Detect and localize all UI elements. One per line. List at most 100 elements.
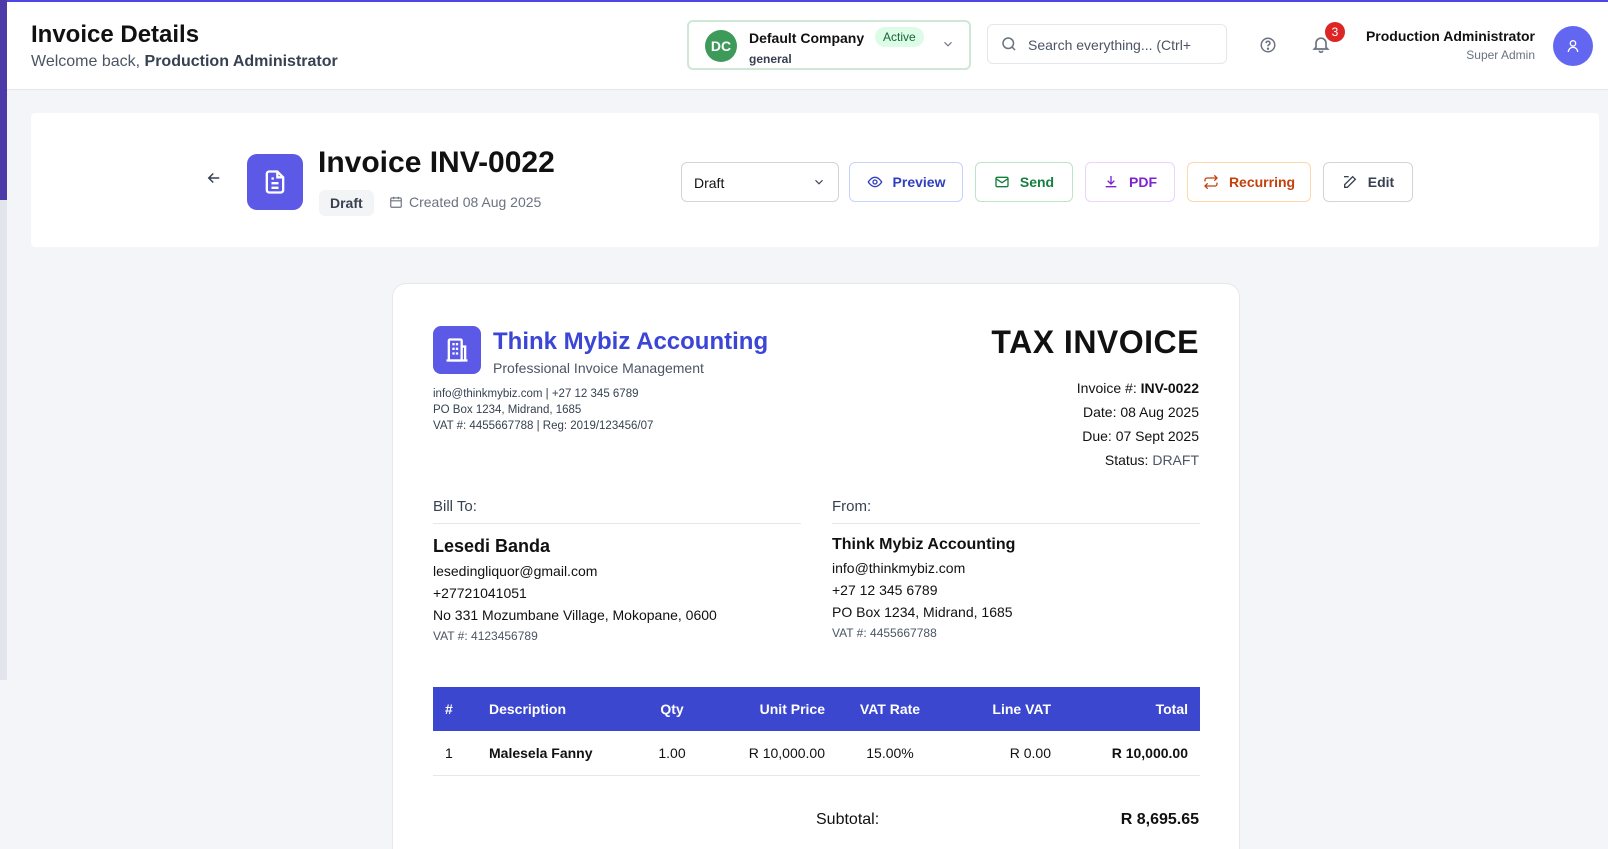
chevron-down-icon — [815, 179, 823, 185]
search-icon — [1002, 37, 1016, 51]
column-header: Unit Price — [759, 701, 825, 717]
business-registration-line: VAT #: 4455667788 | Reg: 2019/123456/07 — [433, 420, 654, 432]
avatar[interactable] — [1553, 26, 1593, 66]
from-email: info@thinkmybiz.com — [832, 560, 966, 576]
back-arrow-icon[interactable] — [205, 169, 223, 187]
column-header: Line VAT — [992, 701, 1051, 717]
business-address-line: PO Box 1234, Midrand, 1685 — [433, 404, 582, 416]
repeat-icon — [1203, 174, 1218, 190]
sidebar-scroll-edge — [0, 200, 7, 680]
created-date: Created 08 Aug 2025 — [389, 194, 541, 210]
business-contact: info@thinkmybiz.com | +27 12 345 6789 PO… — [433, 386, 653, 434]
invoice-date: Date: 08 Aug 2025 — [1083, 404, 1199, 420]
from-phone: +27 12 345 6789 — [832, 582, 938, 598]
from-label: From: — [832, 498, 1200, 524]
bill-to-phone: +27721041051 — [433, 585, 527, 601]
row-unit-price: R 10,000.00 — [717, 731, 837, 776]
from-address: PO Box 1234, Midrand, 1685 — [832, 604, 1013, 620]
bill-to-address: No 331 Mozumbane Village, Mokopane, 0600 — [433, 607, 717, 623]
row-description: Malesela Fanny — [477, 731, 627, 776]
from-section: From: Think Mybiz Accounting info@thinkm… — [832, 498, 1200, 640]
column-header: Description — [489, 701, 567, 717]
invoice-number-label: Invoice #: — [1076, 380, 1141, 396]
invoice-status: Status: DRAFT — [1077, 448, 1199, 472]
invoice-status-label: Status: — [1104, 452, 1153, 468]
welcome-user: Production Administrator — [144, 53, 338, 70]
line-items-table: # Description Qty Unit Price VAT Rate Li… — [433, 687, 1200, 776]
row-vat-rate: 15.00% — [837, 731, 943, 776]
table-row: 1 Malesela Fanny 1.00 R 10,000.00 15.00%… — [433, 731, 1200, 776]
company-switcher[interactable]: DC Default Company Active general — [687, 20, 971, 70]
company-sub: general — [749, 52, 792, 66]
from-name: Think Mybiz Accounting — [832, 536, 1016, 553]
subtotal-value: R 8,695.65 — [1120, 811, 1199, 828]
download-icon — [1105, 176, 1117, 188]
business-logo — [433, 326, 481, 374]
business-tagline: Professional Invoice Management — [493, 360, 704, 376]
bill-to-email: lesedingliquor@gmail.com — [433, 563, 598, 579]
row-qty: 1.00 — [627, 731, 717, 776]
help-icon[interactable] — [1259, 36, 1277, 54]
status-select[interactable]: Draft — [681, 162, 839, 202]
business-contact-line: info@thinkmybiz.com | +27 12 345 6789 — [433, 388, 639, 400]
invoice-meta: Invoice #: INV-0022 Date: 08 Aug 2025 Du… — [1077, 376, 1199, 472]
page-title: Invoice Details — [31, 21, 200, 48]
pdf-button[interactable]: PDF — [1085, 162, 1175, 202]
business-name: Think Mybiz Accounting — [493, 328, 769, 355]
invoice-title: Invoice INV-0022 — [318, 146, 555, 179]
row-total: R 10,000.00 — [1063, 731, 1200, 776]
recurring-button[interactable]: Recurring — [1187, 162, 1311, 202]
edit-button[interactable]: Edit — [1323, 162, 1413, 202]
bill-to-name: Lesedi Banda — [433, 536, 551, 556]
search-placeholder: Search everything... (Ctrl+ — [1028, 37, 1192, 53]
pdf-label: PDF — [1129, 174, 1157, 190]
invoice-status-value: DRAFT — [1152, 452, 1199, 468]
column-header: VAT Rate — [859, 701, 921, 717]
bill-to-section: Bill To: Lesedi Banda lesedingliquor@gma… — [433, 498, 801, 643]
user-role: Super Admin — [1466, 48, 1535, 62]
invoice-preview: Think Mybiz Accounting Professional Invo… — [392, 283, 1240, 849]
mail-icon — [995, 176, 1009, 188]
row-line-vat: R 0.00 — [943, 731, 1063, 776]
building-icon — [446, 338, 468, 362]
preview-label: Preview — [892, 174, 946, 190]
document-tile — [247, 154, 303, 210]
row-index: 1 — [433, 731, 477, 776]
column-header: # — [445, 701, 453, 717]
send-button[interactable]: Send — [975, 162, 1073, 202]
user-name: Production Administrator — [1365, 28, 1535, 44]
preview-button[interactable]: Preview — [849, 162, 963, 202]
user-icon — [1567, 40, 1579, 53]
created-text: Created 08 Aug 2025 — [409, 194, 542, 210]
table-header-row: # Description Qty Unit Price VAT Rate Li… — [433, 687, 1200, 731]
edit-icon — [1343, 175, 1357, 188]
welcome-text: Welcome back, Production Administrator — [31, 53, 338, 71]
subtotal-label: Subtotal: — [816, 811, 880, 828]
search-input[interactable]: Search everything... (Ctrl+ — [987, 24, 1227, 64]
invoice-number: Invoice #: INV-0022 — [1077, 376, 1199, 400]
send-label: Send — [1019, 174, 1055, 190]
invoice-due: Due: 07 Sept 2025 — [1082, 428, 1199, 444]
company-name: Default Company — [749, 30, 865, 46]
calendar-icon — [390, 196, 402, 208]
bill-to-vat: VAT #: 4123456789 — [433, 629, 538, 643]
chevron-down-icon — [944, 41, 952, 47]
status-select-value: Draft — [694, 175, 725, 191]
document-title: TAX INVOICE — [991, 324, 1199, 360]
status-badge: Draft — [319, 190, 374, 216]
sidebar-edge — [0, 0, 7, 200]
company-avatar: DC — [705, 30, 737, 62]
column-header: Total — [1155, 701, 1188, 717]
welcome-prefix: Welcome back, — [31, 53, 145, 70]
invoice-action-bar: Invoice INV-0022 Draft Created 08 Aug 20… — [31, 113, 1599, 247]
edit-label: Edit — [1367, 174, 1395, 190]
column-header: Qty — [660, 701, 684, 717]
document-icon — [265, 170, 285, 194]
top-bar: Invoice Details Welcome back, Production… — [7, 2, 1608, 90]
company-status-badge: Active — [875, 27, 924, 47]
eye-icon — [867, 176, 882, 188]
from-vat: VAT #: 4455667788 — [832, 626, 937, 640]
invoice-number-value: INV-0022 — [1140, 380, 1199, 396]
bill-to-label: Bill To: — [433, 498, 801, 524]
recurring-label: Recurring — [1228, 174, 1296, 190]
